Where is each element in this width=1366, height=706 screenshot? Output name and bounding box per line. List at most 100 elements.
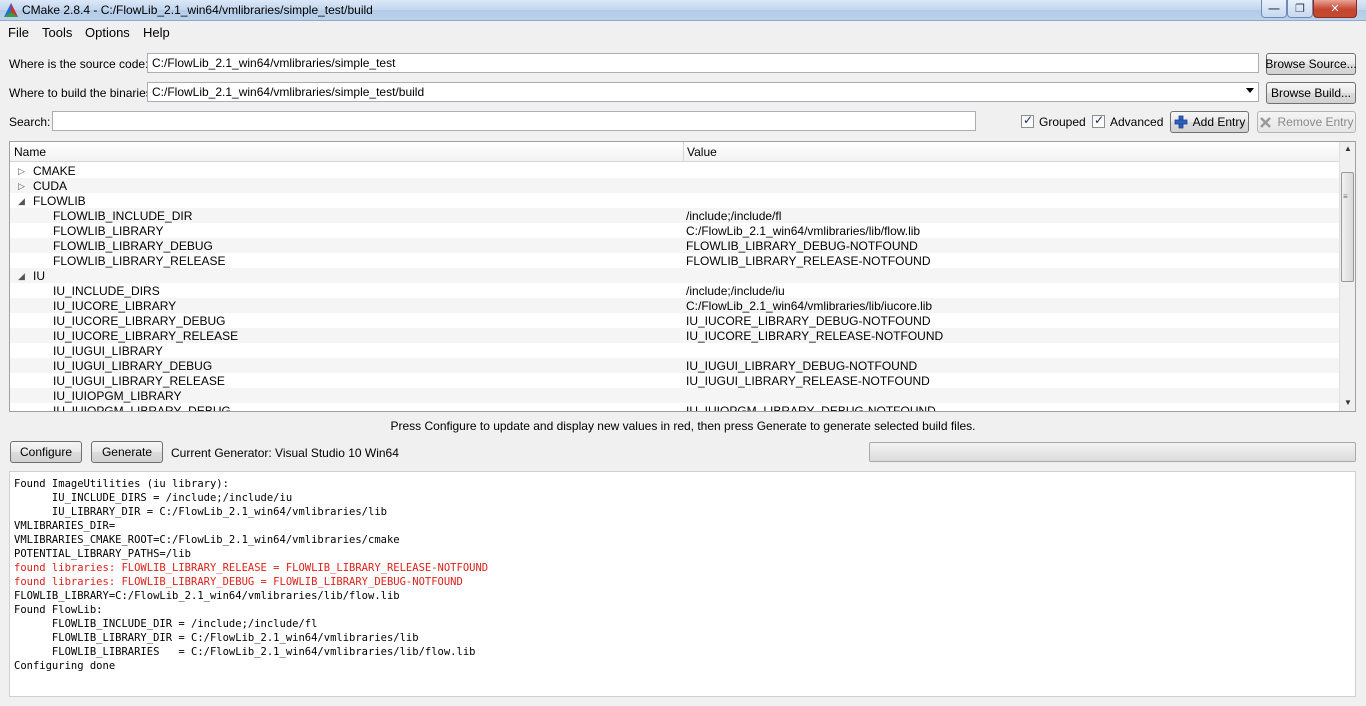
log-line: FLOWLIB_LIBRARY_DIR = C:/FlowLib_2.1_win… bbox=[14, 632, 419, 644]
table-body: ▷ CMAKE ▷ CUDA ◢ FLOWLIB FLOWLIB_INCLUDE_DIR/i… bbox=[10, 163, 1341, 412]
add-icon bbox=[1174, 115, 1188, 129]
generate-button[interactable]: Generate bbox=[91, 441, 163, 463]
cache-entry-value[interactable]: C:/FlowLib_2.1_win64/vmlibraries/lib/flo… bbox=[686, 224, 920, 238]
cache-entry-name: IU_INCLUDE_DIRS bbox=[53, 284, 160, 298]
cache-entry-name: IU_IUGUI_LIBRARY bbox=[53, 344, 163, 358]
build-path-value: C:/FlowLib_2.1_win64/vmlibraries/simple_… bbox=[152, 85, 425, 99]
table-row[interactable]: IU_IUGUI_LIBRARY_RELEASE IU_IUGUI_LIBRARY… bbox=[10, 373, 1341, 388]
window-title: CMake 2.8.4 - C:/FlowLib_2.1_win64/vmlib… bbox=[22, 3, 373, 17]
browse-source-button[interactable]: Browse Source... bbox=[1265, 53, 1357, 75]
source-path-input[interactable]: C:/FlowLib_2.1_win64/vmlibraries/simple_… bbox=[147, 53, 1259, 73]
progress-bar bbox=[869, 442, 1356, 462]
remove-entry-button[interactable]: Remove Entry bbox=[1257, 111, 1356, 133]
menu-bar: File Tools Options Help bbox=[0, 22, 1366, 42]
log-line: POTENTIAL_LIBRARY_PATHS=/lib bbox=[14, 548, 192, 560]
table-row[interactable]: FLOWLIB_LIBRARY C:/FlowLib_2.1_win64/vmli… bbox=[10, 223, 1341, 238]
grip-icon: ≡ bbox=[1343, 192, 1348, 201]
maximize-button[interactable]: ❐ bbox=[1287, 0, 1313, 18]
vertical-scrollbar[interactable]: ▲ ≡ ▼ bbox=[1339, 142, 1355, 411]
cache-entry-value[interactable]: /include;/include/iu bbox=[686, 284, 785, 298]
table-row[interactable]: IU_IUIOPGM_LIBRARY bbox=[10, 388, 1341, 403]
advanced-label[interactable]: Advanced bbox=[1110, 115, 1163, 129]
log-line: FLOWLIB_LIBRARIES = C:/FlowLib_2.1_win64… bbox=[14, 646, 476, 658]
add-entry-button[interactable]: Add Entry bbox=[1170, 111, 1249, 133]
cache-entry-name: IU_IUGUI_LIBRARY_DEBUG bbox=[53, 359, 213, 373]
log-error-line: found libraries: FLOWLIB_LIBRARY_DEBUG =… bbox=[14, 576, 463, 588]
table-row[interactable]: IU_INCLUDE_DIRS/include;/include/iu bbox=[10, 283, 1341, 298]
cache-entry-name: IU_IUIOPGM_LIBRARY_DEBUG bbox=[53, 404, 231, 412]
scroll-thumb[interactable] bbox=[1341, 172, 1354, 282]
cache-entry-name: CMAKE bbox=[33, 164, 76, 178]
expanded-arrow-icon[interactable]: ◢ bbox=[18, 271, 25, 282]
menu-file[interactable]: File bbox=[8, 25, 29, 40]
table-row[interactable]: IU_IUGUI_LIBRARY_DEBUG IU_IUGUI_LIBRARY_D… bbox=[10, 358, 1341, 373]
cache-entry-name: FLOWLIB_LIBRARY_DEBUG bbox=[53, 239, 213, 253]
grouped-label[interactable]: Grouped bbox=[1039, 115, 1086, 129]
cmake-logo-icon bbox=[4, 3, 18, 17]
table-row[interactable]: IU_IUCORE_LIBRARY C:/FlowLib_2.1_win64/vm… bbox=[10, 298, 1341, 313]
title-bar[interactable]: CMake 2.8.4 - C:/FlowLib_2.1_win64/vmlib… bbox=[0, 0, 1366, 21]
table-row[interactable]: IU_IUCORE_LIBRARY_DEBUG IU_IUCORE_LIBRARY… bbox=[10, 313, 1341, 328]
cache-entry-value[interactable]: /include;/include/fl bbox=[686, 209, 781, 223]
configure-hint: Press Configure to update and display ne… bbox=[390, 419, 976, 433]
chevron-down-icon[interactable] bbox=[1246, 88, 1254, 93]
table-row[interactable]: IU_IUCORE_LIBRARY_RELEASE IU_IUCORE_LIBRA… bbox=[10, 328, 1341, 343]
expanded-arrow-icon[interactable]: ◢ bbox=[18, 196, 25, 207]
table-row[interactable]: FLOWLIB_LIBRARY_RELEASE FLOWLIB_LIBRARY_R… bbox=[10, 253, 1341, 268]
cache-entry-name: IU_IUCORE_LIBRARY_RELEASE bbox=[53, 329, 239, 343]
remove-icon bbox=[1260, 116, 1272, 128]
log-line: VMLIBRARIES_DIR= bbox=[14, 520, 116, 532]
tree-group-row[interactable]: ◢ IU bbox=[10, 268, 1341, 283]
restore-icon: ❐ bbox=[1295, 3, 1305, 15]
collapsed-arrow-icon[interactable]: ▷ bbox=[18, 166, 25, 177]
remove-entry-label: Remove Entry bbox=[1277, 115, 1354, 129]
build-path-combo[interactable]: C:/FlowLib_2.1_win64/vmlibraries/simple_… bbox=[147, 82, 1259, 102]
add-entry-label: Add Entry bbox=[1192, 115, 1246, 129]
menu-tools[interactable]: Tools bbox=[42, 25, 72, 40]
menu-options[interactable]: Options bbox=[85, 25, 130, 40]
scroll-up-icon[interactable]: ▲ bbox=[1344, 144, 1352, 153]
cache-entry-value[interactable]: IU_IUCORE_LIBRARY_RELEASE-NOTFOUND bbox=[686, 329, 943, 343]
cache-entry-value[interactable]: FLOWLIB_LIBRARY_DEBUG-NOTFOUND bbox=[686, 239, 918, 253]
minimize-button[interactable]: — bbox=[1261, 0, 1287, 18]
grouped-checkbox[interactable] bbox=[1021, 113, 1034, 128]
cache-entry-value[interactable]: IU_IUIOPGM_LIBRARY_DEBUG-NOTFOUND bbox=[686, 404, 936, 411]
menu-help[interactable]: Help bbox=[143, 25, 170, 40]
cache-entry-name: FLOWLIB_INCLUDE_DIR bbox=[53, 209, 193, 223]
tree-group-row[interactable]: ▷ CUDA bbox=[10, 178, 1341, 193]
search-input[interactable] bbox=[52, 111, 976, 131]
column-header-name[interactable]: Name bbox=[14, 145, 46, 159]
output-log[interactable]: Found ImageUtilities (iu library): IU_IN… bbox=[9, 471, 1356, 697]
minimize-icon: — bbox=[1268, 2, 1280, 15]
source-label: Where is the source code: bbox=[9, 57, 149, 71]
advanced-checkbox[interactable] bbox=[1092, 113, 1105, 128]
cache-entry-name: FLOWLIB bbox=[33, 194, 86, 208]
log-line: Found ImageUtilities (iu library): bbox=[14, 478, 229, 490]
log-line: Found FlowLib: bbox=[14, 604, 103, 616]
cache-entry-name: IU_IUCORE_LIBRARY bbox=[53, 299, 177, 313]
search-label: Search: bbox=[9, 115, 51, 129]
collapsed-arrow-icon[interactable]: ▷ bbox=[18, 181, 25, 192]
table-row[interactable]: IU_IUIOPGM_LIBRARY_DEBUG IU_IUIOPGM_LIBRA… bbox=[10, 403, 1341, 412]
log-line: VMLIBRARIES_CMAKE_ROOT=C:/FlowLib_2.1_wi… bbox=[14, 534, 400, 546]
cache-entry-value[interactable]: IU_IUGUI_LIBRARY_RELEASE-NOTFOUND bbox=[686, 374, 930, 388]
cache-tree-table[interactable]: Name Value ▷ CMAKE ▷ CUDA ◢ FLOWLIB FLOWLIB_IN… bbox=[9, 141, 1356, 412]
cache-entry-name: IU_IUGUI_LIBRARY_RELEASE bbox=[53, 374, 225, 388]
table-row[interactable]: IU_IUGUI_LIBRARY bbox=[10, 343, 1341, 358]
browse-build-button[interactable]: Browse Build... bbox=[1266, 82, 1356, 104]
configure-button[interactable]: Configure bbox=[10, 441, 82, 463]
cache-entry-value[interactable]: C:/FlowLib_2.1_win64/vmlibraries/lib/iuc… bbox=[686, 299, 932, 313]
scroll-down-icon[interactable]: ▼ bbox=[1344, 398, 1352, 407]
cache-entry-value[interactable]: IU_IUGUI_LIBRARY_DEBUG-NOTFOUND bbox=[686, 359, 917, 373]
log-line: IU_LIBRARY_DIR = C:/FlowLib_2.1_win64/vm… bbox=[14, 506, 387, 518]
column-divider[interactable] bbox=[683, 142, 684, 162]
cache-entry-value[interactable]: FLOWLIB_LIBRARY_RELEASE-NOTFOUND bbox=[686, 254, 931, 268]
log-line: FLOWLIB_INCLUDE_DIR = /include;/include/… bbox=[14, 618, 318, 630]
column-header-value[interactable]: Value bbox=[687, 145, 717, 159]
close-button[interactable]: ✕ bbox=[1313, 0, 1357, 18]
tree-group-row[interactable]: ▷ CMAKE bbox=[10, 163, 1341, 178]
cache-entry-value[interactable]: IU_IUCORE_LIBRARY_DEBUG-NOTFOUND bbox=[686, 314, 931, 328]
table-row[interactable]: FLOWLIB_LIBRARY_DEBUG FLOWLIB_LIBRARY_DEB… bbox=[10, 238, 1341, 253]
table-row[interactable]: FLOWLIB_INCLUDE_DIR/include;/include/fl bbox=[10, 208, 1341, 223]
tree-group-row[interactable]: ◢ FLOWLIB bbox=[10, 193, 1341, 208]
